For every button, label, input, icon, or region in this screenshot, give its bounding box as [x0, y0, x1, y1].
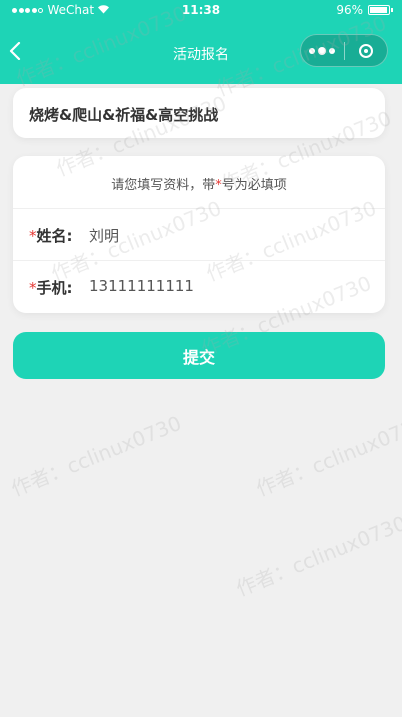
- event-title: 烧烤&爬山&祈福&高空挑战: [29, 106, 219, 124]
- name-field-label: *姓名:: [29, 225, 73, 246]
- phone-field-row[interactable]: *手机: 13111111111: [13, 260, 385, 313]
- hint-prefix: 请您填写资料，带: [111, 178, 216, 193]
- battery-percent: 96%: [336, 3, 363, 17]
- phone-field-label: *手机:: [29, 277, 73, 298]
- name-input[interactable]: 刘明: [89, 225, 119, 246]
- battery-icon: [368, 5, 393, 15]
- registration-form: 请您填写资料，带*号为必填项 *姓名: 刘明 *手机: 13111111111: [13, 156, 385, 313]
- mini-program-capsule: [300, 34, 388, 67]
- phone-input[interactable]: 13111111111: [89, 277, 194, 295]
- watermark: 作者：cclinux0730: [232, 510, 402, 601]
- event-card: 烧烤&爬山&祈福&高空挑战: [13, 88, 385, 138]
- nav-bar: 活动报名: [0, 20, 402, 84]
- more-dots-icon: [308, 46, 337, 55]
- phone-label-text: 手机:: [36, 279, 73, 297]
- status-right: 96%: [336, 3, 393, 17]
- close-button[interactable]: [344, 43, 387, 58]
- submit-button[interactable]: 提交: [13, 332, 385, 379]
- form-hint: 请您填写资料，带*号为必填项: [13, 174, 385, 193]
- status-bar: WeChat 11:38 96%: [0, 0, 402, 20]
- watermark: 作者：cclinux0730: [252, 410, 402, 501]
- battery-fill: [370, 7, 388, 13]
- more-button[interactable]: [301, 46, 344, 55]
- target-circle-icon: [358, 43, 373, 58]
- name-field-row[interactable]: *姓名: 刘明: [13, 208, 385, 261]
- watermark: 作者：cclinux0730: [7, 410, 185, 501]
- name-label-text: 姓名:: [36, 227, 73, 245]
- required-star: *: [29, 279, 37, 297]
- required-star: *: [29, 227, 37, 245]
- hint-suffix: 号为必填项: [221, 178, 287, 193]
